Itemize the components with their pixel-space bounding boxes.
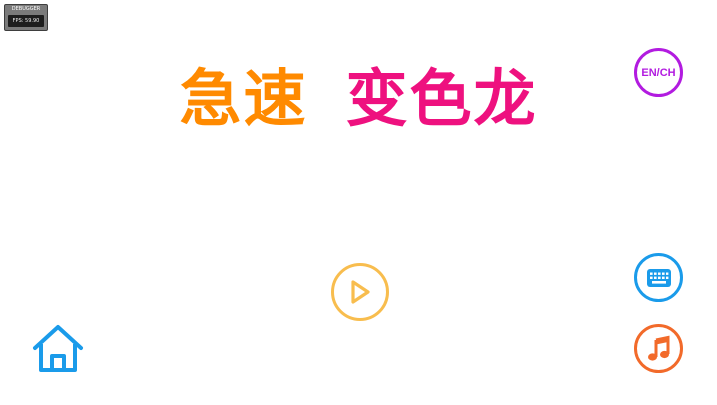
game-stage: DEBUGGER FPS: 59.90 急速 变色龙 EN/CH xyxy=(0,0,717,405)
fps-counter: FPS: 59.90 xyxy=(8,15,44,27)
language-toggle-button[interactable]: EN/CH xyxy=(634,48,683,97)
keyboard-button[interactable] xyxy=(634,253,683,302)
language-toggle-label: EN/CH xyxy=(641,66,676,79)
play-button[interactable] xyxy=(331,263,389,321)
music-button[interactable] xyxy=(634,324,683,373)
home-button[interactable] xyxy=(32,324,84,374)
debugger-title: DEBUGGER xyxy=(11,6,41,12)
game-title-part2: 变色龙 xyxy=(345,62,538,135)
game-title-part1: 急速 xyxy=(179,62,308,135)
play-icon xyxy=(347,278,373,306)
home-icon xyxy=(32,324,84,374)
music-note-icon xyxy=(646,335,672,363)
debugger-panel: DEBUGGER FPS: 59.90 xyxy=(4,4,48,31)
game-title: 急速 变色龙 xyxy=(0,64,717,134)
keyboard-icon xyxy=(646,268,672,288)
